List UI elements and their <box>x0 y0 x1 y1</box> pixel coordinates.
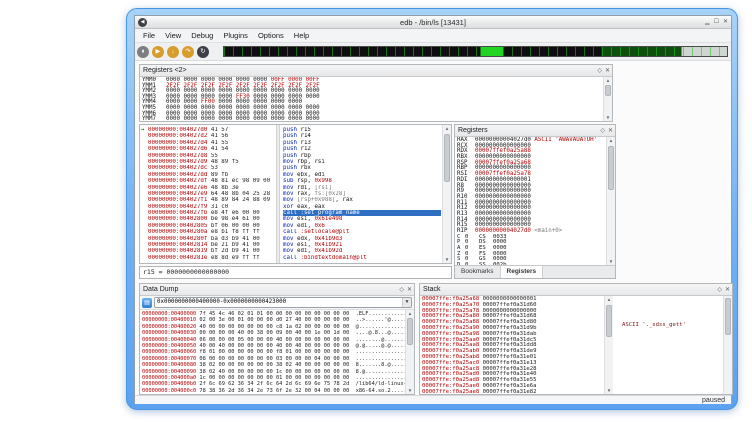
scroll-down-icon[interactable]: ▼ <box>604 114 612 121</box>
edb-window: ◀ edb - /bin/ls [13431] ▁☐✕ FileViewDebu… <box>134 15 732 404</box>
menubar: FileViewDebugPluginsOptionsHelp <box>135 29 731 43</box>
data-dump-toolbar: ▤ 0x0000000000400000-0x0000000000423000 … <box>140 296 414 310</box>
stack-panel: Stack ◇✕ 00007ffe:f0a25a68 0000000000000… <box>419 283 733 395</box>
toolbar: ⏸▶↓↷↻ <box>135 43 731 61</box>
titlebar[interactable]: ◀ edb - /bin/ls [13431] ▁☐✕ <box>135 16 731 29</box>
scroll-thumb[interactable] <box>605 85 611 96</box>
step-over-icon[interactable]: ↷ <box>182 46 194 58</box>
disasm-row[interactable]: 00000000:0040281e e8 8d e9 ff ffcall :bi… <box>141 255 451 261</box>
scrollbar[interactable]: ▲ ▼ <box>604 296 613 394</box>
status-bar: paused <box>135 395 731 404</box>
scroll-thumb[interactable] <box>608 146 614 189</box>
step-into-icon[interactable]: ↓ <box>167 46 179 58</box>
stack-ascii-note: ASCII '._sdss_gett' <box>622 322 686 328</box>
panel-title: Registers <2> ◇✕ <box>140 65 612 77</box>
restart-icon[interactable]: ↻ <box>197 46 209 58</box>
scroll-thumb[interactable] <box>725 298 731 335</box>
panel-title: Registers ◇✕ <box>455 125 615 137</box>
scroll-up-icon[interactable]: ▲ <box>443 125 451 132</box>
register-preview: r15 = 0000000000000000 <box>139 266 452 279</box>
close-icon[interactable]: ✕ <box>605 68 610 74</box>
menu-item-help[interactable]: Help <box>289 29 314 43</box>
register-list: RAX00000000004027d0 ASCII 'AWAVAUATUH'RC… <box>455 137 615 270</box>
window-title: edb - /bin/ls [13431] <box>135 16 731 29</box>
scrollbar[interactable]: ▲ ▼ <box>603 77 612 121</box>
close-icon[interactable]: ✕ <box>723 19 728 25</box>
scrollbar[interactable] <box>723 296 732 394</box>
scroll-up-icon[interactable]: ▲ <box>605 296 613 303</box>
menu-item-plugins[interactable]: Plugins <box>218 29 253 43</box>
dock-tabbar: BookmarksRegisters <box>455 265 615 278</box>
disassembly-list: →00000000:004027d0 41 57push r15 0000000… <box>140 125 451 263</box>
scrollbar[interactable]: ▲ ▼ <box>606 137 615 265</box>
hex-row[interactable]: 00000000:004000c0 78 38 36 2d 36 34 2e 7… <box>142 388 412 394</box>
undock-icon[interactable]: ◇ <box>597 68 602 74</box>
undock-icon[interactable]: ◇ <box>600 128 605 134</box>
scrollbar[interactable]: ▲ ▼ <box>442 125 451 263</box>
hex-dump-list: 00000000:00400000 7f 45 4c 46 02 01 01 0… <box>140 310 414 395</box>
undock-icon[interactable]: ◇ <box>399 287 404 293</box>
scroll-thumb[interactable] <box>407 318 413 345</box>
close-icon[interactable]: ✕ <box>407 287 412 293</box>
scroll-down-icon[interactable]: ▼ <box>406 387 414 394</box>
scroll-up-icon[interactable]: ▲ <box>607 137 615 144</box>
menu-item-view[interactable]: View <box>160 29 186 43</box>
menu-item-options[interactable]: Options <box>253 29 289 43</box>
goto-address-icon[interactable]: ▤ <box>142 298 152 308</box>
scroll-down-icon[interactable]: ▼ <box>607 258 615 265</box>
stack-list: 00007ffe:f0a25a68 000000000000000100007f… <box>420 296 732 395</box>
scrollbar[interactable]: ▲ ▼ <box>405 310 414 394</box>
minimize-icon[interactable]: ▁ <box>705 19 710 25</box>
window-frame: ◀ edb - /bin/ls [13431] ▁☐✕ FileViewDebu… <box>126 8 738 410</box>
panel-title: Stack ◇✕ <box>420 284 732 296</box>
panel-title: Data Dump ◇✕ <box>140 284 414 296</box>
scroll-down-icon[interactable]: ▼ <box>605 387 613 394</box>
scroll-down-icon[interactable]: ▼ <box>443 256 451 263</box>
ymm-register-list: YMM00000 0000 0000 0000 0000 0000 00FF 0… <box>140 77 612 122</box>
ymm-row[interactable]: YMM70000 0000 0000 0000 0000 0000 0000 0… <box>142 117 610 122</box>
disassembly-panel: →00000000:004027d0 41 57push r15 0000000… <box>139 124 452 264</box>
registers-panel: Registers ◇✕ RAX00000000004027d0 ASCII '… <box>454 124 616 279</box>
scroll-thumb[interactable] <box>606 305 612 337</box>
status-text: paused <box>702 397 725 404</box>
data-dump-panel: Data Dump ◇✕ ▤ 0x0000000000400000-0x0000… <box>139 283 415 395</box>
pause-icon[interactable]: ⏸ <box>137 46 149 58</box>
memory-map-strip <box>223 46 728 57</box>
scroll-up-icon[interactable]: ▲ <box>406 310 414 317</box>
tab-bookmarks[interactable]: Bookmarks <box>455 266 501 278</box>
close-icon[interactable]: ✕ <box>725 287 730 293</box>
run-icon[interactable]: ▶ <box>152 46 164 58</box>
scroll-up-icon[interactable]: ▲ <box>604 77 612 84</box>
tab-registers[interactable]: Registers <box>501 266 544 278</box>
close-icon[interactable]: ✕ <box>608 128 613 134</box>
region-value: 0x0000000000400000-0x0000000000423000 <box>157 298 286 307</box>
chevron-down-icon[interactable]: ▼ <box>402 298 411 307</box>
menu-item-debug[interactable]: Debug <box>186 29 218 43</box>
scroll-thumb[interactable] <box>444 134 450 181</box>
maximize-icon[interactable]: ☐ <box>714 19 719 25</box>
menu-item-file[interactable]: File <box>138 29 160 43</box>
region-select[interactable]: 0x0000000000400000-0x0000000000423000 ▼ <box>154 297 412 308</box>
registers2-panel: Registers <2> ◇✕ YMM00000 0000 0000 0000… <box>139 64 613 122</box>
undock-icon[interactable]: ◇ <box>717 287 722 293</box>
